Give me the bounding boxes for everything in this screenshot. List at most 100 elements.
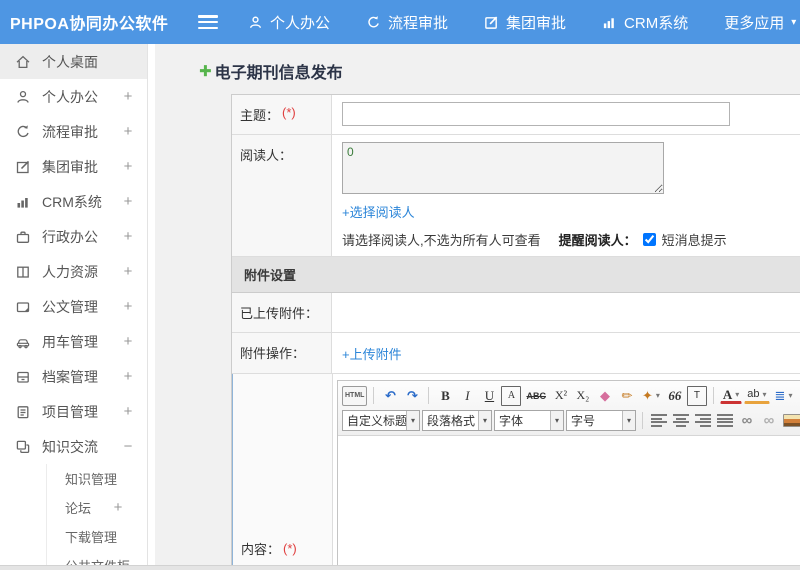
nav-group-approval[interactable]: 集团审批 (484, 12, 566, 33)
choose-readers-link[interactable]: +选择阅读人 (342, 202, 415, 221)
autotypeset-icon[interactable]: ✦ (639, 386, 663, 406)
expand-toggle[interactable]: + (121, 123, 135, 140)
bold-icon[interactable]: B (435, 386, 455, 406)
format-brush-icon[interactable]: ✏ (617, 386, 637, 406)
open-book-icon (14, 263, 31, 280)
blockquote-icon[interactable]: 66 (665, 386, 685, 406)
char-border-icon[interactable]: A (501, 385, 522, 406)
expand-toggle[interactable]: + (121, 298, 135, 315)
paragraph-format-select[interactable]: 段落格式 ▾ (422, 410, 492, 431)
sidebar-item-workflow-approval[interactable]: 流程审批 + (0, 114, 147, 149)
align-left-icon[interactable] (651, 414, 667, 427)
horizontal-scrollbar[interactable] (0, 565, 800, 570)
font-family-select[interactable]: 字体 ▾ (494, 410, 564, 431)
sidebar-item-label: 行政办公 (42, 228, 98, 245)
submenu-item-download-mgmt[interactable]: 下载管理 (47, 522, 147, 551)
toolbar-divider (642, 412, 643, 429)
document-card-icon (14, 298, 31, 315)
sidebar-item-personal-desktop[interactable]: 个人桌面 (0, 44, 147, 79)
underline-icon[interactable]: U (479, 386, 499, 406)
ordered-list-icon[interactable]: ≣ (772, 386, 796, 406)
sidebar-gutter (148, 44, 155, 570)
expand-toggle[interactable]: + (121, 193, 135, 210)
submenu-item-knowledge-mgmt[interactable]: 知识管理 (47, 464, 147, 493)
sidebar-item-label: 用车管理 (42, 333, 98, 350)
sidebar-item-group-approval[interactable]: 集团审批 + (0, 149, 147, 184)
superscript-icon[interactable]: X² (551, 386, 571, 406)
italic-icon[interactable]: I (457, 386, 477, 406)
sidebar-item-hr[interactable]: 人力资源 + (0, 254, 147, 289)
custom-title-select-label: 自定义标题 (347, 414, 406, 428)
subscript-icon[interactable]: X₂ (573, 386, 593, 406)
person-icon (248, 15, 263, 30)
required-mark: (*) (282, 105, 296, 120)
attachment-ops-row: 附件操作： +上传附件 (232, 333, 800, 374)
align-right-icon[interactable] (695, 414, 711, 427)
upload-attachment-link[interactable]: +上传附件 (342, 344, 402, 363)
font-size-select[interactable]: 字号 ▾ (566, 410, 636, 431)
sidebar-item-admin-office[interactable]: 行政办公 + (0, 219, 147, 254)
link-icon[interactable]: ∞ (737, 411, 757, 431)
expand-toggle[interactable]: + (121, 88, 135, 105)
align-justify-icon[interactable] (717, 414, 733, 427)
sidebar-item-label: 知识交流 (42, 438, 98, 455)
nav-personal-office[interactable]: 个人办公 (248, 12, 330, 33)
sidebar-item-vehicle-mgmt[interactable]: 用车管理 + (0, 324, 147, 359)
chevron-down-icon: ▾ (406, 411, 419, 430)
submenu-item-label: 知识管理 (65, 472, 118, 487)
nav-more-apps[interactable]: 更多应用 ▾ (724, 12, 796, 33)
align-center-icon[interactable] (673, 414, 689, 427)
readers-textarea[interactable]: 0 (342, 142, 664, 194)
expand-toggle[interactable]: − (121, 438, 135, 455)
sidebar-item-personal-office[interactable]: 个人办公 + (0, 79, 147, 114)
sms-remind-checkbox[interactable] (642, 233, 656, 246)
toolbar-divider (712, 387, 714, 404)
edit-square-icon (14, 158, 31, 175)
expand-toggle[interactable]: + (121, 228, 135, 245)
expand-toggle[interactable]: + (121, 333, 135, 350)
sidebar-item-label: 人力资源 (42, 263, 98, 280)
chat-bubbles-icon (14, 438, 31, 455)
content-label: 内容： (*) (233, 374, 333, 570)
paste-icon[interactable]: T (686, 385, 707, 406)
expand-toggle[interactable]: + (121, 368, 135, 385)
editor-content-area[interactable] (338, 436, 800, 570)
sidebar-item-knowledge-exchange[interactable]: 知识交流 − (0, 429, 147, 464)
sidebar-item-document-mgmt[interactable]: 公文管理 + (0, 289, 147, 324)
readers-hint: 请选择阅读人,不选为所有人可查看 (342, 233, 541, 248)
sidebar-item-archive-mgmt[interactable]: 档案管理 + (0, 359, 147, 394)
expand-toggle[interactable]: + (121, 158, 135, 175)
strikethrough-icon[interactable]: ABC (523, 386, 549, 406)
attachment-ops-label: 附件操作： (232, 333, 332, 373)
expand-toggle[interactable]: + (121, 263, 135, 280)
custom-title-select[interactable]: 自定义标题 ▾ (342, 410, 420, 431)
source-code-icon[interactable]: HTML (342, 385, 368, 406)
car-icon (14, 333, 31, 350)
home-icon (14, 53, 31, 70)
clipboard-list-icon (14, 403, 31, 420)
highlight-color-icon[interactable]: ab (744, 387, 770, 404)
undo-icon[interactable]: ↶ (380, 386, 400, 406)
expand-toggle[interactable]: + (111, 499, 125, 516)
knowledge-submenu: 知识管理 论坛 + 下载管理 公共文件柜 (46, 464, 147, 570)
required-mark: (*) (283, 541, 297, 556)
expand-toggle[interactable]: + (121, 403, 135, 420)
unlink-icon[interactable]: ∞ (759, 411, 779, 431)
font-color-icon[interactable]: A (719, 387, 743, 404)
readers-label: 阅读人： (232, 135, 332, 256)
toolbar-divider (428, 387, 430, 404)
app-title: PHPOA协同办公软件 (10, 16, 169, 33)
sidebar-item-project-mgmt[interactable]: 项目管理 + (0, 394, 147, 429)
top-nav: 个人办公 流程审批 集团审批 CRM系统 更多应用 ▾ (248, 12, 796, 33)
readers-row: 阅读人： 0 +选择阅读人 请选择阅读人,不选为所有人可查看 提醒阅读人： 短消… (232, 135, 800, 257)
sidebar-item-crm[interactable]: CRM系统 + (0, 184, 147, 219)
nav-workflow-approval[interactable]: 流程审批 (366, 12, 448, 33)
subject-input[interactable] (342, 102, 730, 126)
redo-icon[interactable]: ↷ (402, 386, 422, 406)
hamburger-menu-icon[interactable] (198, 15, 218, 29)
submenu-item-forum[interactable]: 论坛 + (47, 493, 147, 522)
uploaded-attachments-row: 已上传附件： (232, 293, 800, 333)
insert-image-icon[interactable] (783, 414, 800, 427)
eraser-icon[interactable]: ◆ (595, 386, 615, 406)
nav-crm-system[interactable]: CRM系统 (602, 12, 688, 33)
